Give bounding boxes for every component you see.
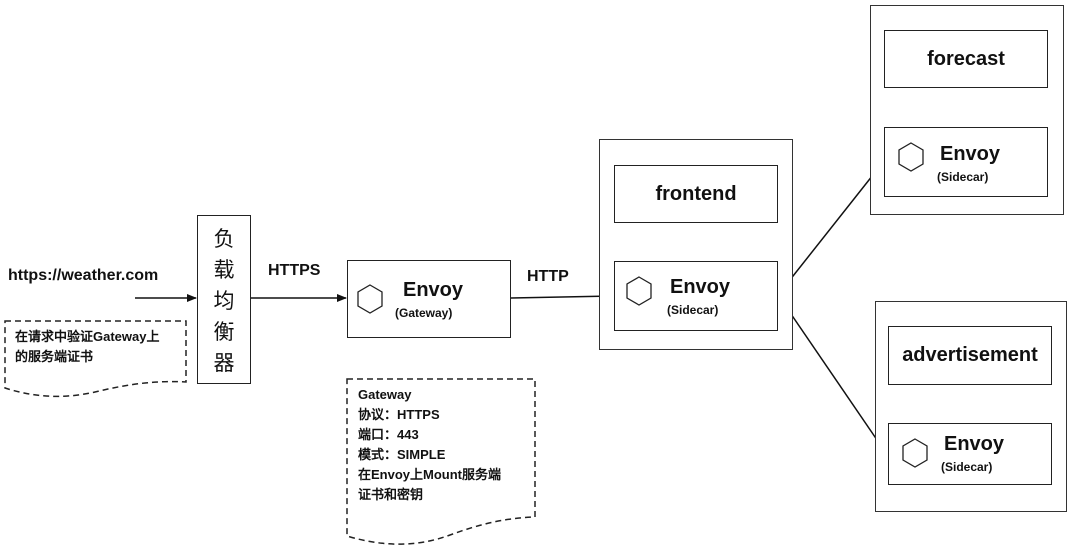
forecast-service-box[interactable]: forecast — [884, 30, 1048, 88]
client-note-line: 的服务端证书 — [15, 349, 94, 364]
frontend-sidecar-box[interactable]: Envoy (Sidecar) — [614, 261, 778, 331]
client-note-line: 在请求中验证Gateway上 — [15, 329, 160, 344]
edge-frontend-to-advertisement — [777, 294, 889, 457]
advertisement-sidecar-title: Envoy — [944, 433, 1005, 455]
envoy-hexagon-icon — [898, 142, 924, 172]
lb-char: 器 — [213, 351, 235, 375]
frontend-service-box[interactable]: frontend — [614, 165, 778, 223]
client-url-label: https://weather.com — [8, 267, 159, 284]
load-balancer-box[interactable]: 负 载 均 衡 器 — [197, 215, 251, 384]
edge-label-http: HTTP — [527, 268, 569, 285]
forecast-sidecar-box[interactable]: Envoy (Sidecar) — [884, 127, 1048, 197]
advertisement-service-box[interactable]: advertisement — [888, 326, 1052, 385]
gateway-note-line: 在Envoy上Mount服务端 — [358, 467, 501, 482]
load-balancer-label: 负 载 均 衡 器 — [198, 224, 250, 379]
envoy-hexagon-icon — [357, 284, 383, 314]
gateway-note-line: 协议：HTTPS — [358, 407, 440, 422]
gateway-note-line: 端口：443 — [358, 427, 419, 442]
lb-char: 负 — [213, 227, 235, 251]
gateway-envoy-subtitle: (Gateway) — [395, 306, 453, 320]
gateway-envoy-title: Envoy — [403, 279, 464, 301]
lb-char: 衡 — [213, 320, 235, 344]
forecast-sidecar-subtitle: (Sidecar) — [937, 170, 989, 184]
lb-char: 载 — [213, 258, 235, 282]
advertisement-sidecar-box[interactable]: Envoy (Sidecar) — [888, 423, 1052, 485]
client-note: 在请求中验证Gateway上 的服务端证书 — [15, 327, 159, 367]
envoy-hexagon-icon — [902, 438, 928, 468]
frontend-sidecar-title: Envoy — [670, 276, 731, 298]
frontend-sidecar-subtitle: (Sidecar) — [667, 303, 719, 317]
gateway-note-line: 证书和密钥 — [358, 487, 424, 502]
gateway-note-line: Gateway — [358, 387, 412, 402]
advertisement-sidecar-subtitle: (Sidecar) — [941, 460, 993, 474]
edge-gateway-to-frontend — [510, 292, 614, 301]
edge-label-https: HTTPS — [268, 262, 321, 279]
gateway-note: Gateway 协议：HTTPS 端口：443 模式：SIMPLE 在Envoy… — [358, 385, 501, 505]
envoy-hexagon-icon — [626, 276, 652, 306]
gateway-note-line: 模式：SIMPLE — [358, 447, 446, 462]
edge-frontend-to-forecast — [777, 160, 885, 296]
gateway-envoy-box[interactable]: Envoy (Gateway) — [347, 260, 511, 338]
lb-char: 均 — [213, 289, 235, 313]
forecast-sidecar-title: Envoy — [940, 143, 1001, 165]
